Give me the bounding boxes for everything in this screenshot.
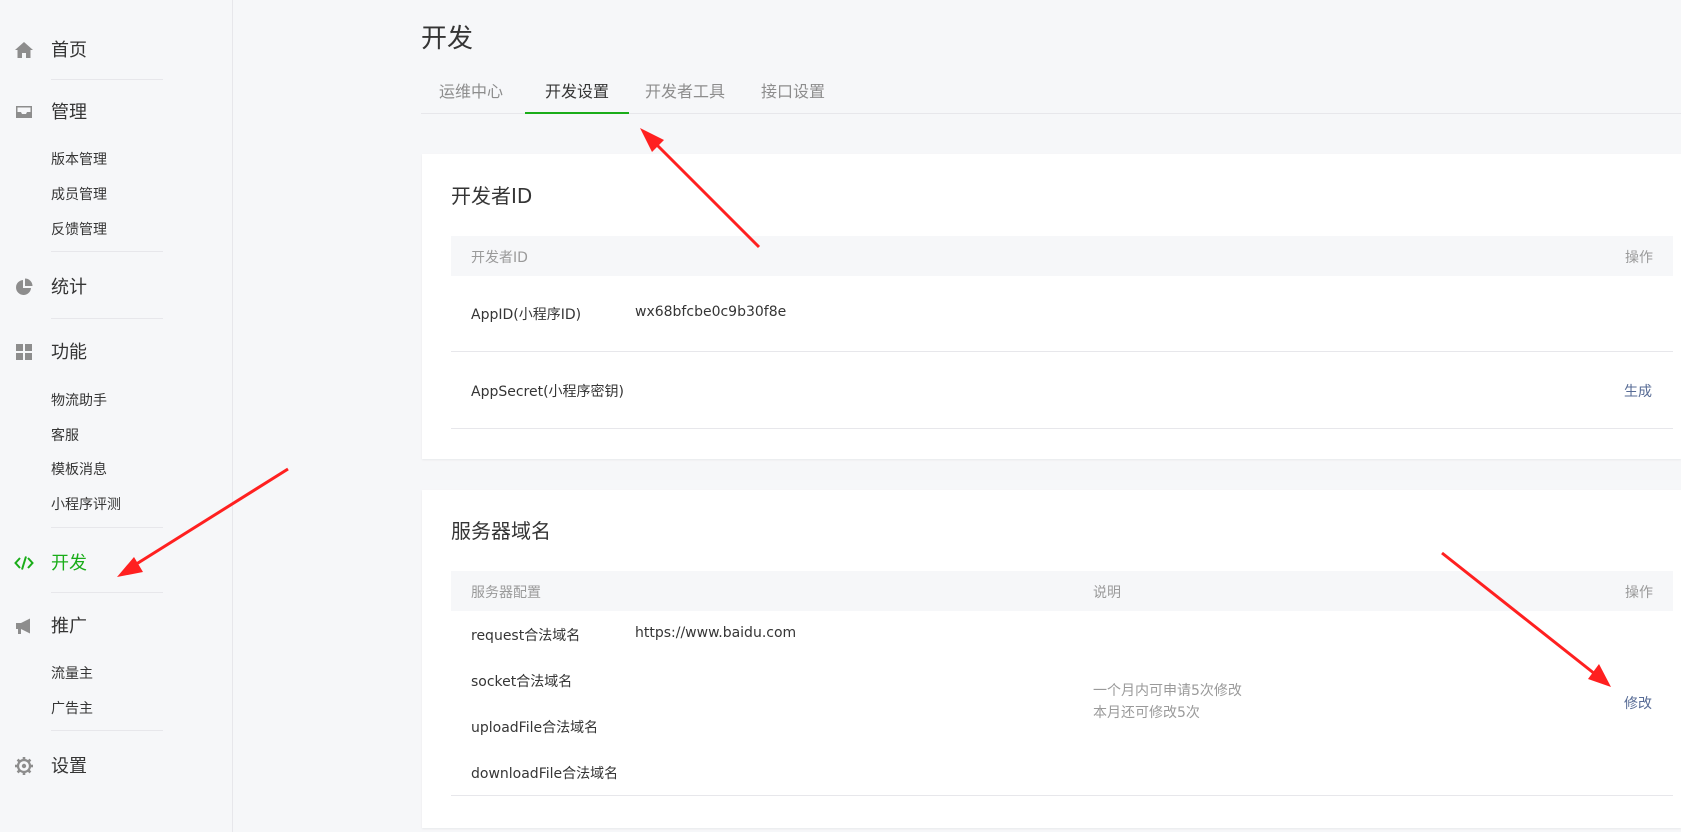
sidebar-subitem-traffic-owner[interactable]: 流量主 <box>51 663 93 683</box>
table-header: 开发者ID 操作 <box>451 236 1673 276</box>
sidebar-item-label: 首页 <box>51 40 87 61</box>
divider <box>51 79 163 80</box>
sidebar-subitem-logistics[interactable]: 物流助手 <box>51 390 107 410</box>
sidebar-item-label: 推广 <box>51 616 87 637</box>
column-header-action: 操作 <box>1625 585 1653 601</box>
generate-secret-link[interactable]: 生成 <box>1624 381 1652 401</box>
divider <box>51 318 163 319</box>
table-header: 服务器配置 说明 操作 <box>451 571 1673 611</box>
sidebar: 首页 管理 版本管理 成员管理 反馈管理 统计 功能 物流助手 客服 模板消息 … <box>0 0 233 832</box>
divider <box>51 251 163 252</box>
row-divider <box>451 351 1673 352</box>
sidebar-subitem-template-message[interactable]: 模板消息 <box>51 459 107 479</box>
card-title: 开发者ID <box>451 184 533 208</box>
card-title: 服务器域名 <box>451 519 551 543</box>
megaphone-icon <box>16 618 30 634</box>
sidebar-item-label: 功能 <box>51 342 87 363</box>
developer-id-card: 开发者ID 开发者ID 操作 AppID(小程序ID) wx68bfcbe0c9… <box>422 154 1681 459</box>
code-icon <box>14 556 34 570</box>
grid-icon <box>16 344 32 360</box>
inbox-icon <box>16 106 32 118</box>
server-domain-card: 服务器域名 服务器配置 说明 操作 request合法域名 https://ww… <box>422 490 1681 828</box>
tab-bar: 运维中心 开发设置 开发者工具 接口设置 <box>421 78 1681 114</box>
modify-domain-link[interactable]: 修改 <box>1624 693 1652 713</box>
divider <box>51 592 163 593</box>
sidebar-subitem-customer-service[interactable]: 客服 <box>51 425 79 445</box>
row-divider <box>451 428 1673 429</box>
sidebar-subitem-members[interactable]: 成员管理 <box>51 184 107 204</box>
tab-dev-tools[interactable]: 开发者工具 <box>629 78 741 113</box>
request-domain-value: https://www.baidu.com <box>635 625 797 641</box>
column-header: 服务器配置 <box>471 585 541 601</box>
appsecret-label: AppSecret(小程序密钥) <box>471 384 625 400</box>
sidebar-item-stats[interactable]: 统计 <box>0 271 232 301</box>
modify-limit-note: 一个月内可申请5次修改 <box>1093 683 1242 699</box>
divider <box>51 527 163 528</box>
tab-api-settings[interactable]: 接口设置 <box>741 78 845 113</box>
sidebar-item-label: 管理 <box>51 102 87 123</box>
column-header: 说明 <box>1093 585 1121 601</box>
modify-remaining-note: 本月还可修改5次 <box>1093 705 1200 721</box>
sidebar-item-features[interactable]: 功能 <box>0 336 232 366</box>
sidebar-item-manage[interactable]: 管理 <box>0 96 232 126</box>
divider <box>51 730 163 731</box>
pie-chart-icon <box>16 278 33 295</box>
column-header: 开发者ID <box>471 250 528 266</box>
sidebar-subitem-advertiser[interactable]: 广告主 <box>51 698 93 718</box>
upload-domain-label: uploadFile合法域名 <box>471 720 599 736</box>
home-icon <box>15 42 33 58</box>
download-domain-label: downloadFile合法域名 <box>471 766 619 782</box>
tab-dev-settings[interactable]: 开发设置 <box>525 78 629 114</box>
request-domain-label: request合法域名 <box>471 628 581 644</box>
gear-icon <box>15 757 33 775</box>
appid-value: wx68bfcbe0c9b30f8e <box>635 304 787 320</box>
sidebar-item-promote[interactable]: 推广 <box>0 610 232 640</box>
sidebar-item-settings[interactable]: 设置 <box>0 750 232 780</box>
sidebar-item-label: 开发 <box>51 553 87 574</box>
appid-label: AppID(小程序ID) <box>471 307 582 323</box>
socket-domain-label: socket合法域名 <box>471 674 573 690</box>
sidebar-item-label: 统计 <box>51 277 87 298</box>
sidebar-subitem-version[interactable]: 版本管理 <box>51 149 107 169</box>
sidebar-subitem-feedback[interactable]: 反馈管理 <box>51 219 107 239</box>
sidebar-item-home[interactable]: 首页 <box>0 34 232 64</box>
sidebar-item-label: 设置 <box>51 756 87 777</box>
sidebar-subitem-evaluation[interactable]: 小程序评测 <box>51 494 121 514</box>
tab-operations-center[interactable]: 运维中心 <box>421 78 521 113</box>
sidebar-item-develop[interactable]: 开发 <box>0 547 232 577</box>
page-title: 开发 <box>421 24 474 54</box>
column-header-action: 操作 <box>1625 250 1653 266</box>
row-divider <box>451 795 1673 796</box>
